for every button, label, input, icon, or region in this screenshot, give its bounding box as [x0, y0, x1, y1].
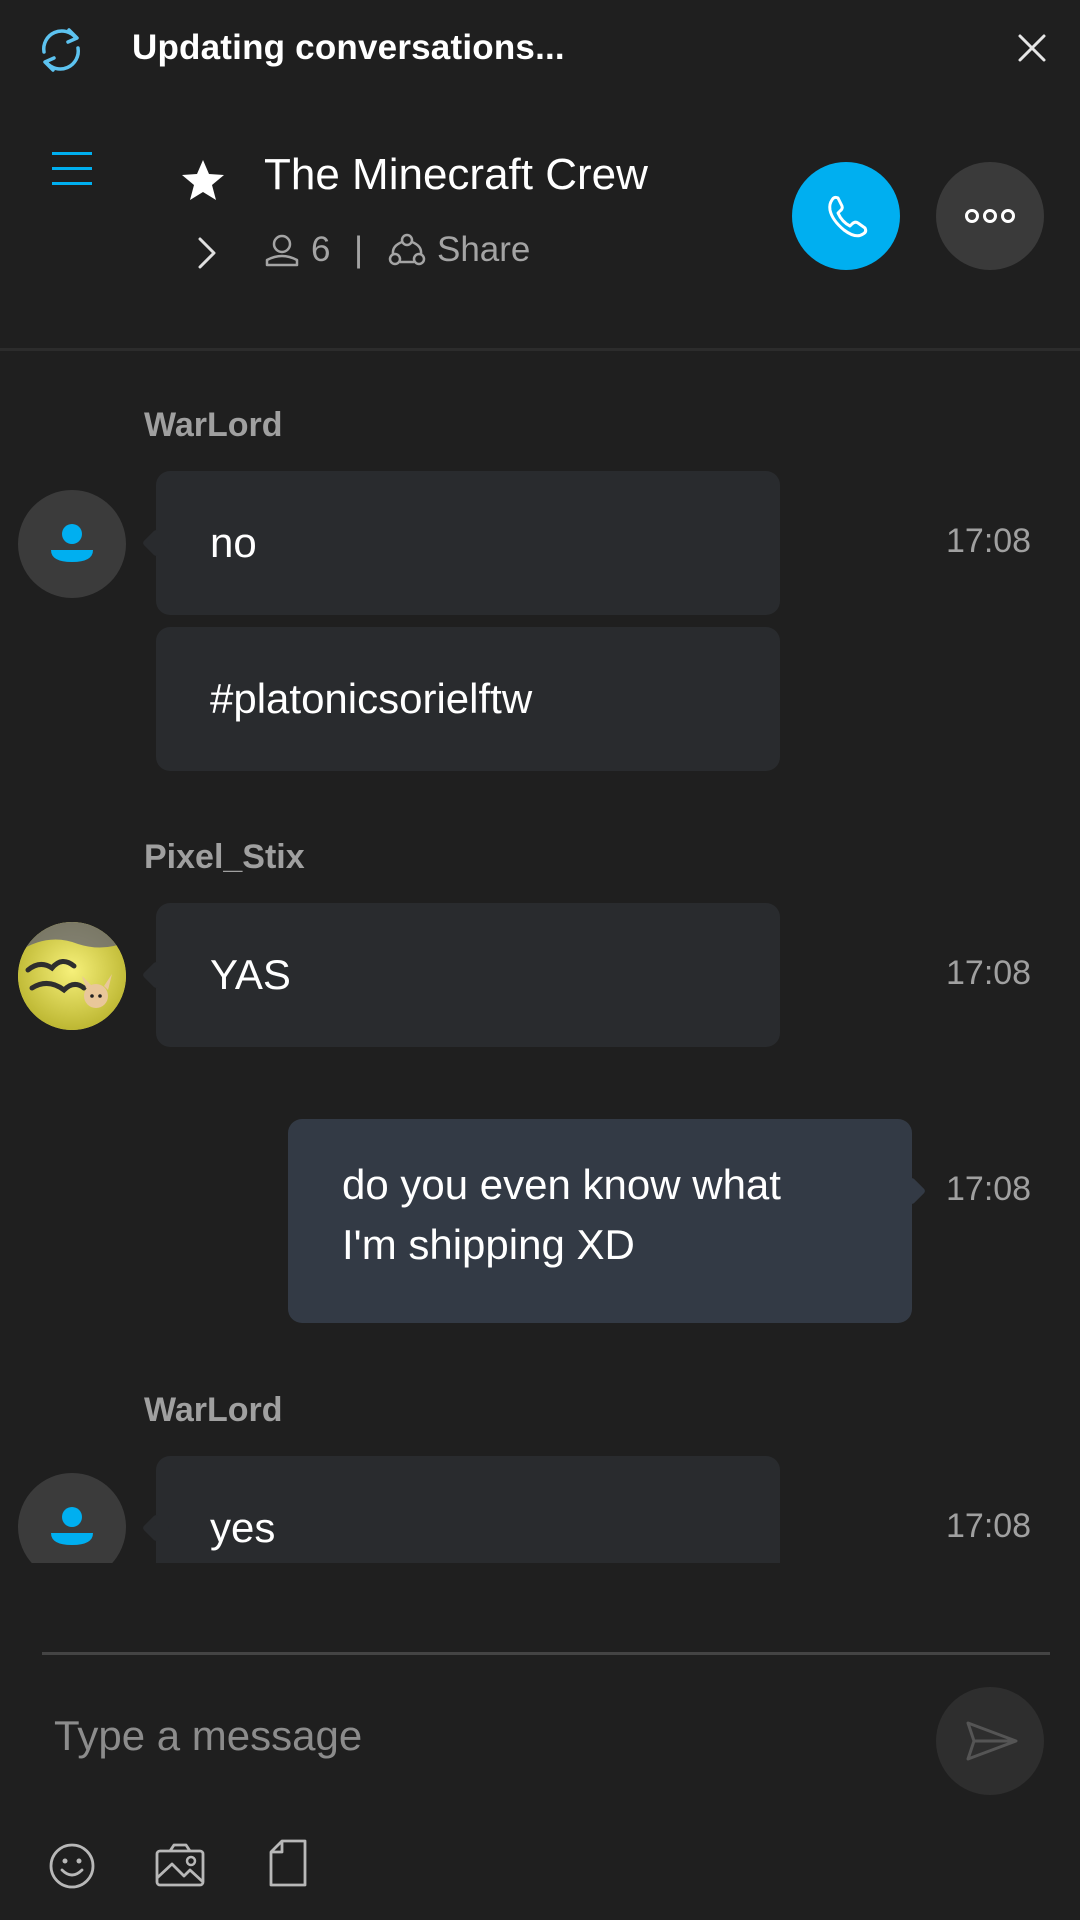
default-user-icon — [51, 524, 93, 562]
message-input[interactable] — [54, 1706, 914, 1766]
message-timestamp: 17:08 — [946, 522, 1032, 560]
conversation-title[interactable]: The Minecraft Crew — [264, 150, 648, 200]
message-text-line: do you even know what — [342, 1161, 781, 1208]
default-user-icon — [51, 1507, 93, 1545]
status-bar: Updating conversations... — [0, 0, 1080, 100]
send-icon — [966, 1721, 1018, 1761]
message-list[interactable]: WarLord no 17:08 #platonicsorielftw Pixe… — [0, 351, 1080, 1563]
message-text: yes — [210, 1504, 276, 1551]
header-separator: | — [354, 230, 364, 269]
sender-name: WarLord — [144, 406, 283, 444]
own-message-bubble[interactable]: do you even know what I'm shipping XD — [288, 1119, 927, 1323]
message-bubble[interactable]: no — [141, 471, 780, 615]
message-text: #platonicsorielftw — [210, 675, 533, 722]
share-icon[interactable] — [388, 232, 426, 268]
more-options-button[interactable] — [936, 162, 1044, 270]
avatar[interactable] — [18, 922, 126, 1030]
message-timestamp: 17:08 — [946, 1507, 1032, 1545]
avatar[interactable] — [18, 490, 126, 598]
sender-name: Pixel_Stix — [144, 838, 305, 876]
message-timestamp: 17:08 — [946, 954, 1032, 992]
call-button[interactable] — [792, 162, 900, 270]
message-bubble[interactable]: YAS — [141, 903, 780, 1047]
message-bubble[interactable]: #platonicsorielftw — [156, 627, 780, 771]
participants-icon — [264, 234, 300, 268]
close-icon[interactable] — [1016, 32, 1048, 64]
chevron-right-icon[interactable] — [196, 236, 218, 270]
phone-icon — [828, 195, 868, 238]
participants-count[interactable]: 6 — [311, 230, 330, 270]
status-message: Updating conversations... — [132, 28, 565, 67]
star-icon[interactable] — [180, 158, 226, 202]
composer-divider — [42, 1652, 1050, 1655]
avatar[interactable] — [18, 1473, 126, 1563]
message-timestamp: 17:08 — [946, 1170, 1032, 1208]
message-bubble[interactable]: yes — [141, 1456, 780, 1563]
send-button[interactable] — [936, 1687, 1044, 1795]
message-text: YAS — [210, 951, 291, 998]
emoji-icon[interactable] — [48, 1842, 96, 1890]
message-text: no — [210, 519, 257, 566]
sync-icon — [36, 22, 86, 76]
more-dots-icon — [965, 209, 1015, 223]
message-text-line: I'm shipping XD — [342, 1221, 635, 1268]
file-icon[interactable] — [268, 1838, 308, 1888]
share-link[interactable]: Share — [437, 230, 530, 270]
image-icon[interactable] — [154, 1842, 206, 1888]
hamburger-menu-icon[interactable] — [50, 150, 94, 188]
sender-name: WarLord — [144, 1391, 283, 1429]
profile-picture-icon — [18, 922, 126, 1030]
